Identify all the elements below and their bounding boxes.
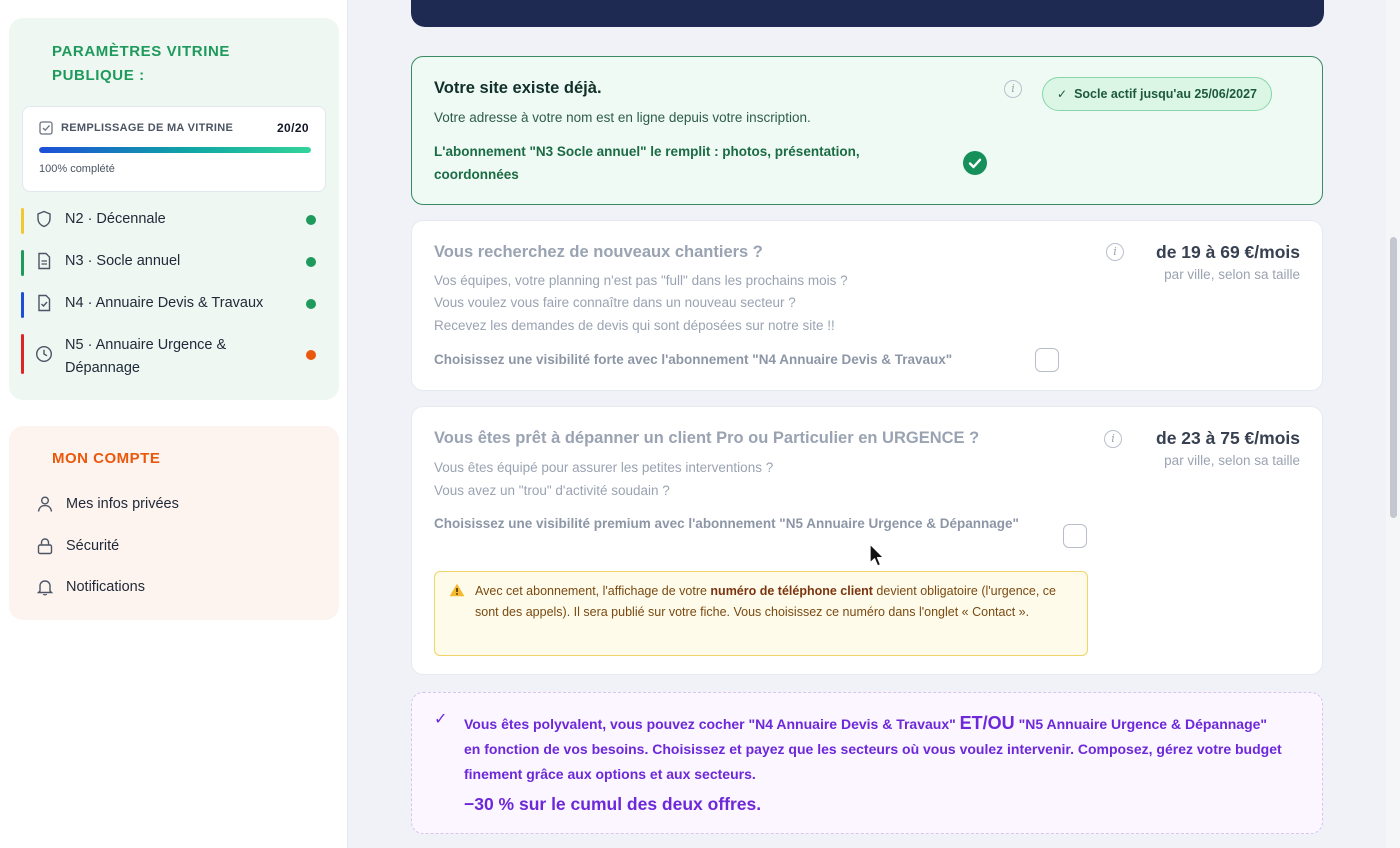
hero-banner bbox=[411, 0, 1324, 27]
account-panel: Mon compte Mes infos privées Sécurité No… bbox=[9, 426, 339, 620]
phone-warning-box: Avec cet abonnement, l'affichage de votr… bbox=[434, 571, 1088, 656]
nav-color-bar bbox=[21, 250, 24, 276]
n4-choice-label: Choisissez une visibilité forte avec l'a… bbox=[434, 352, 953, 367]
checklist-icon bbox=[39, 121, 53, 135]
combo-promo: −30 % sur le cumul des deux offres. bbox=[464, 794, 762, 814]
n5-choice-label: Choisissez une visibilité premium avec l… bbox=[434, 516, 1019, 531]
checked-icon bbox=[963, 151, 987, 175]
vitrine-panel-title: Paramètres vitrine publique : bbox=[52, 43, 231, 84]
scrollbar-thumb[interactable] bbox=[1390, 237, 1397, 518]
sidebar-item-private-info[interactable]: Mes infos privées bbox=[36, 495, 179, 513]
sidebar-item-n2[interactable]: N2 · Décennale bbox=[21, 208, 339, 234]
n5-title: Vous êtes prêt à dépanner un client Pro … bbox=[434, 429, 980, 447]
socle-detail: L'abonnement "N3 Socle annuel" le rempli… bbox=[434, 144, 860, 182]
combo-text: Vous êtes polyvalent, vous pouvez cocher… bbox=[464, 711, 1284, 787]
sidebar-item-label: N3 · Socle annuel bbox=[65, 253, 181, 269]
sidebar-item-n5[interactable]: N5 · Annuaire Urgence & Dépannage bbox=[21, 334, 339, 380]
socle-card: Votre site existe déjà. Votre adresse à … bbox=[411, 56, 1323, 205]
shield-icon bbox=[37, 210, 51, 228]
mouse-cursor-icon bbox=[869, 543, 885, 567]
n4-checkbox[interactable] bbox=[1035, 348, 1059, 372]
sidebar-item-label: Notifications bbox=[66, 579, 145, 595]
status-badge: ✓ Socle actif jusqu'au 25/06/2027 bbox=[1042, 77, 1272, 111]
document-icon bbox=[38, 252, 51, 270]
status-dot bbox=[306, 350, 316, 360]
info-icon[interactable]: i bbox=[1104, 430, 1122, 448]
price-subtitle: par ville, selon sa taille bbox=[1164, 267, 1300, 282]
price-amount: de 19 à 69 €/mois bbox=[1156, 242, 1300, 262]
n4-line-2: Vous voulez vous faire connaître dans un… bbox=[434, 295, 796, 310]
sidebar-item-security[interactable]: Sécurité bbox=[36, 537, 119, 555]
sidebar: Paramètres vitrine publique : REMPLISSAG… bbox=[0, 0, 348, 848]
warning-text: Avec cet abonnement, l'affichage de votr… bbox=[475, 581, 1075, 623]
warning-text-start: Avec cet abonnement, l'affichage de votr… bbox=[475, 584, 711, 598]
sidebar-item-label: N4 · Annuaire Devis & Travaux bbox=[65, 295, 264, 311]
sidebar-item-label: N2 · Décennale bbox=[65, 211, 166, 227]
n4-price: de 19 à 69 €/mois par ville, selon sa ta… bbox=[1156, 242, 1300, 282]
user-icon bbox=[37, 496, 53, 512]
info-icon[interactable]: i bbox=[1106, 243, 1124, 261]
sidebar-item-label: Mes infos privées bbox=[66, 496, 179, 512]
status-dot bbox=[306, 299, 316, 309]
nav-color-bar bbox=[21, 292, 24, 318]
fill-label: REMPLISSAGE DE MA VITRINE bbox=[61, 122, 234, 134]
sidebar-item-n3[interactable]: N3 · Socle annuel bbox=[21, 250, 339, 276]
document-check-icon bbox=[38, 294, 51, 312]
price-amount: de 23 à 75 €/mois bbox=[1156, 428, 1300, 448]
n4-title: Vous recherchez de nouveaux chantiers ? bbox=[434, 243, 763, 261]
combo-text-start: Vous êtes polyvalent, vous pouvez cocher… bbox=[464, 716, 960, 732]
n4-line-1: Vos équipes, votre planning n'est pas "f… bbox=[434, 273, 848, 288]
n5-offer-card: Vous êtes prêt à dépanner un client Pro … bbox=[411, 406, 1323, 675]
n4-line-3: Recevez les demandes de devis qui sont d… bbox=[434, 318, 835, 333]
socle-description: Votre adresse à votre nom est en ligne d… bbox=[434, 110, 811, 125]
sidebar-item-n4[interactable]: N4 · Annuaire Devis & Travaux bbox=[21, 292, 339, 318]
n5-line-1: Vous êtes équipé pour assurer les petite… bbox=[434, 460, 774, 475]
clock-icon bbox=[35, 345, 53, 363]
progress-bar bbox=[39, 147, 311, 153]
nav-color-bar bbox=[21, 208, 24, 234]
progress-bar-fill bbox=[39, 147, 311, 153]
fill-count: 20/20 bbox=[276, 121, 309, 135]
sidebar-item-label: N5 · Annuaire Urgence & Dépannage bbox=[65, 337, 227, 376]
price-subtitle: par ville, selon sa taille bbox=[1164, 453, 1300, 468]
n5-price: de 23 à 75 €/mois par ville, selon sa ta… bbox=[1156, 428, 1300, 468]
bell-icon bbox=[36, 580, 54, 596]
sidebar-item-notifications[interactable]: Notifications bbox=[36, 578, 145, 596]
badge-label: Socle actif jusqu'au 25/06/2027 bbox=[1074, 87, 1257, 101]
n5-checkbox[interactable] bbox=[1063, 524, 1087, 548]
warning-icon bbox=[449, 583, 465, 597]
status-dot bbox=[306, 215, 316, 225]
fill-percent: 100% complété bbox=[39, 163, 115, 175]
scrollbar[interactable] bbox=[1386, 0, 1400, 848]
status-dot bbox=[306, 257, 316, 267]
fill-progress-card: REMPLISSAGE DE MA VITRINE 20/20 100% com… bbox=[22, 106, 326, 192]
n4-offer-card: Vous recherchez de nouveaux chantiers ? … bbox=[411, 220, 1323, 391]
combo-text-emphasis: ET/OU bbox=[959, 713, 1015, 733]
sidebar-item-label: Sécurité bbox=[66, 538, 120, 554]
info-icon[interactable]: i bbox=[1004, 80, 1022, 98]
n5-line-2: Vous avez un "trou" d'activité soudain ? bbox=[434, 483, 670, 498]
combo-offer-box: ✓ Vous êtes polyvalent, vous pouvez coch… bbox=[411, 692, 1323, 834]
check-icon: ✓ bbox=[434, 711, 448, 728]
nav-color-bar bbox=[21, 334, 24, 374]
socle-title: Votre site existe déjà. bbox=[434, 79, 602, 97]
vitrine-settings-panel: Paramètres vitrine publique : REMPLISSAG… bbox=[9, 18, 339, 400]
account-panel-title: Mon compte bbox=[52, 450, 161, 467]
check-icon: ✓ bbox=[1057, 87, 1068, 101]
lock-icon bbox=[37, 538, 53, 555]
warning-text-strong: numéro de téléphone client bbox=[710, 584, 873, 598]
